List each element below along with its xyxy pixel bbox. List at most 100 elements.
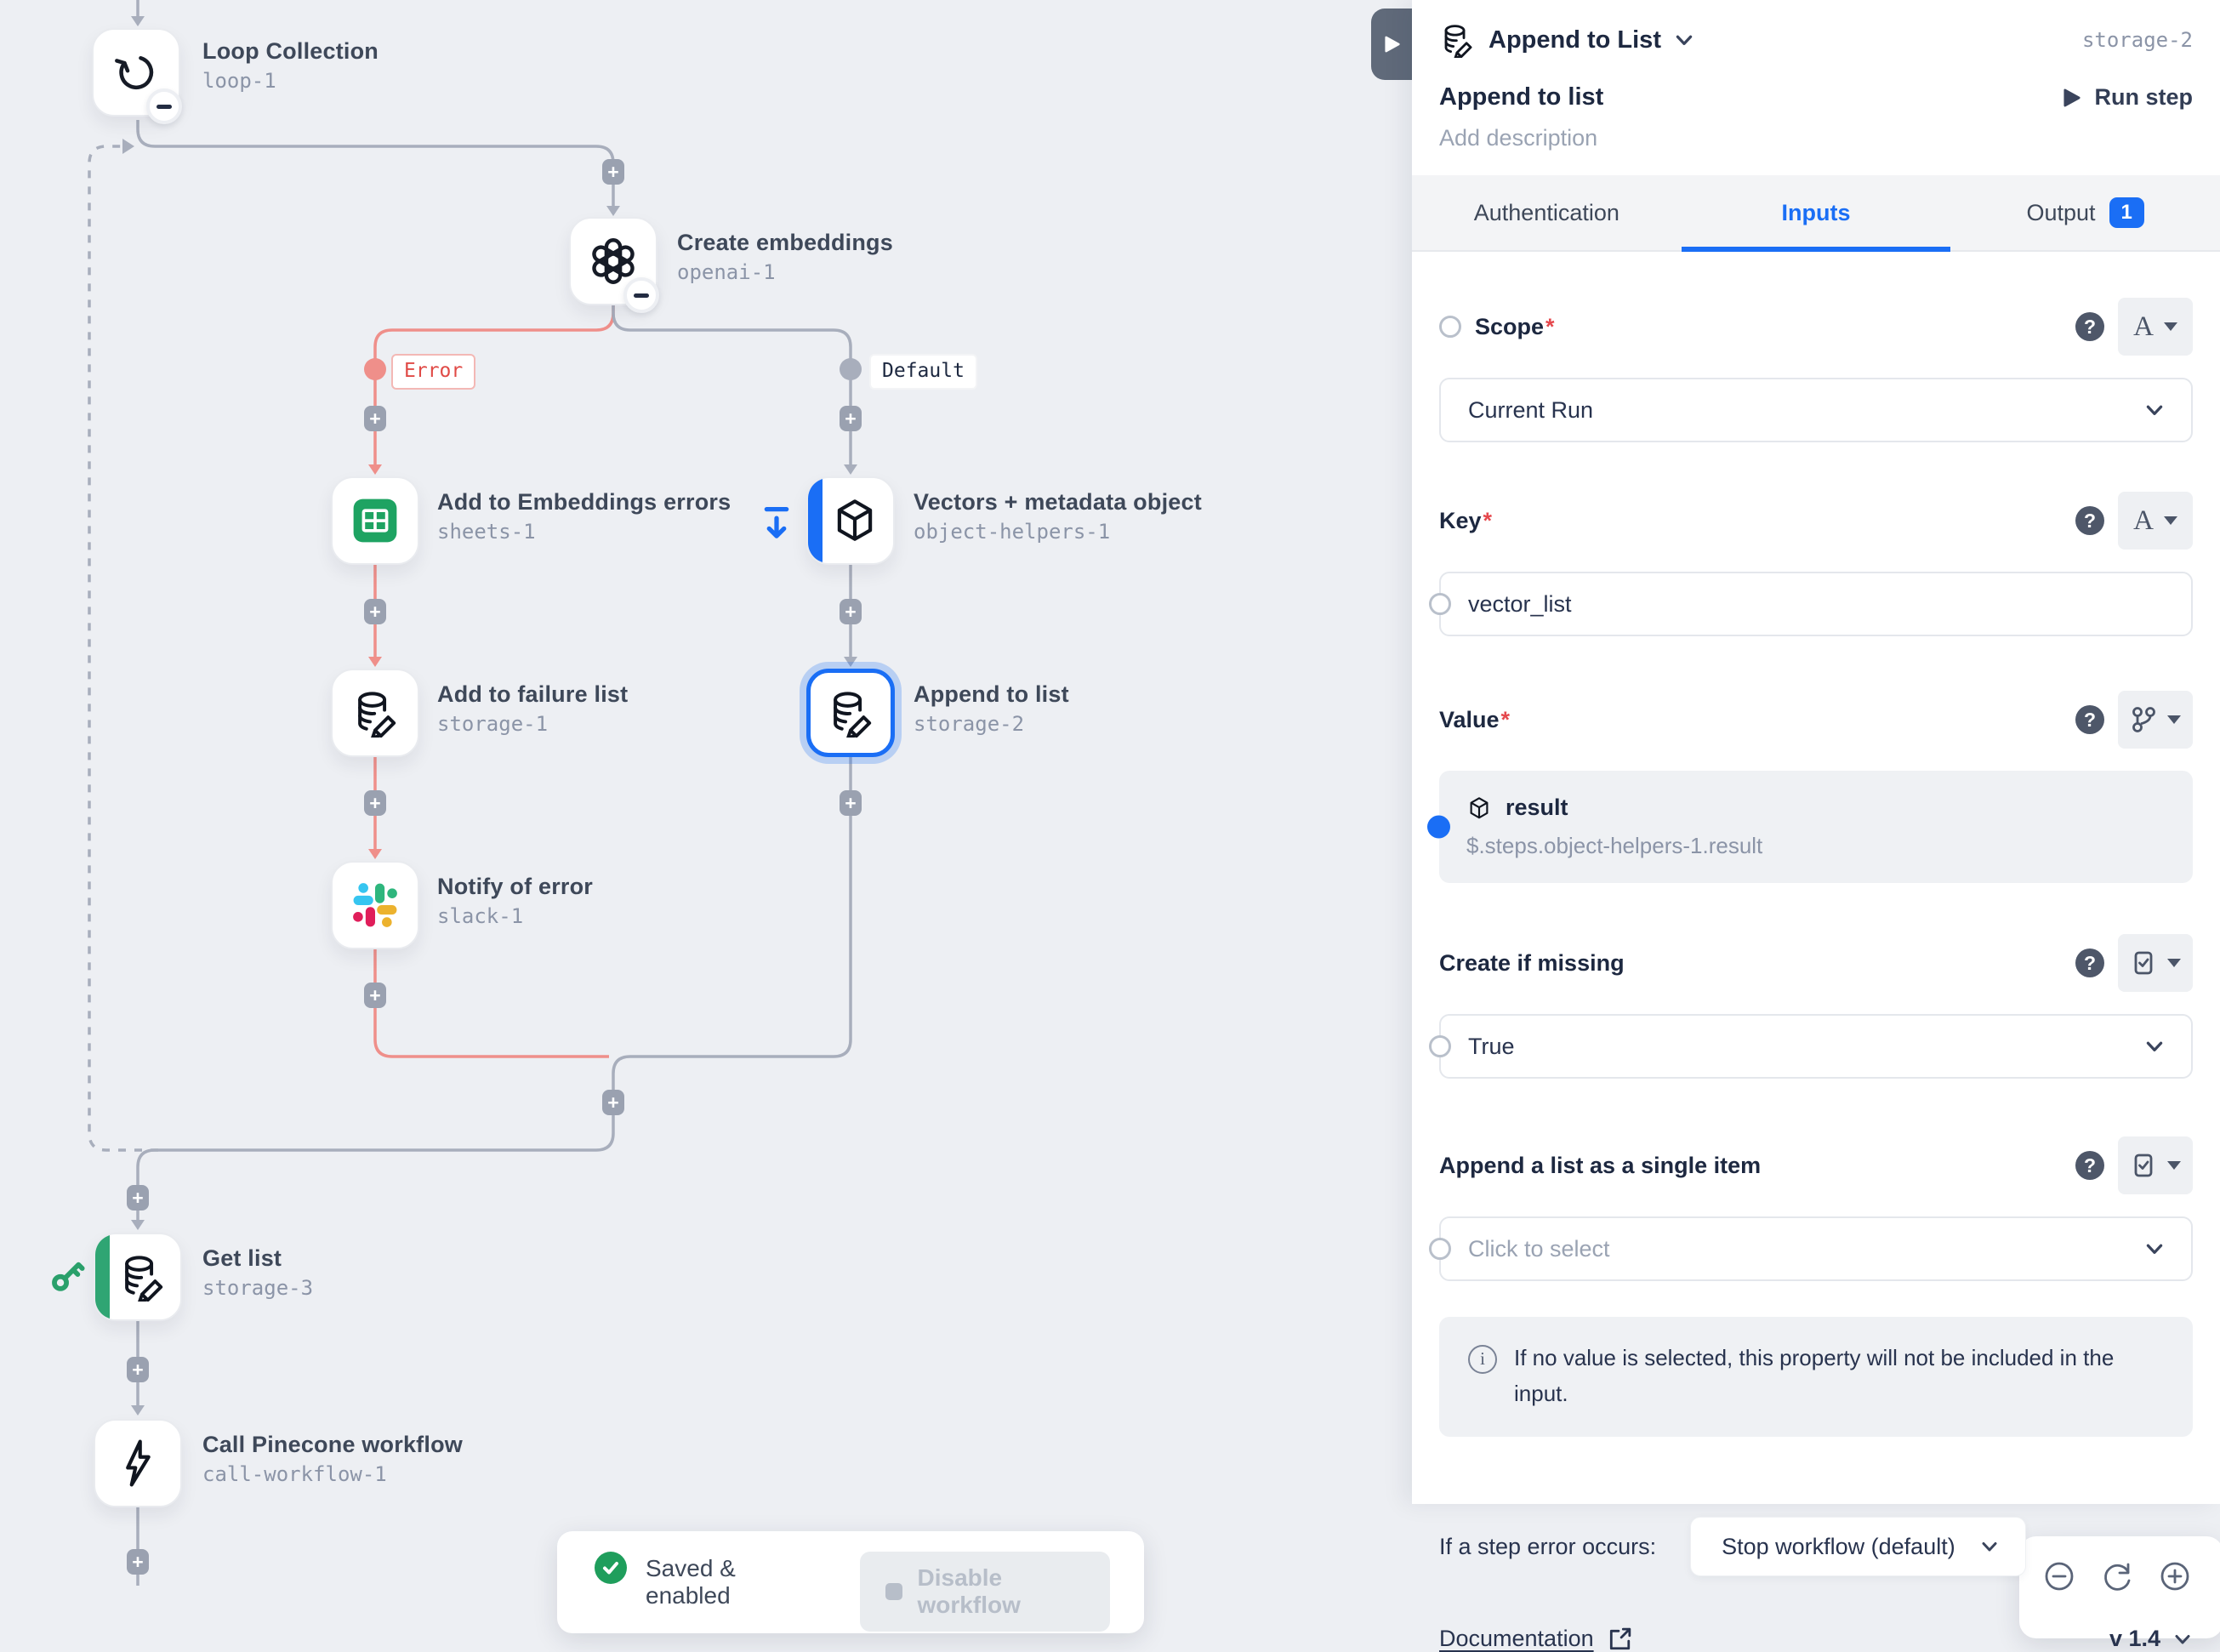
collapse-loop-button[interactable] [146, 88, 182, 124]
run-step-button[interactable]: Run step [2063, 84, 2193, 111]
node-label-storage-3: Get list storage-3 [202, 1245, 313, 1300]
step-config-panel: Append to List storage-2 Append to list … [1412, 0, 2220, 1504]
version-label: v 1.4 [2109, 1626, 2160, 1652]
info-note: i If no value is selected, this property… [1439, 1317, 2193, 1437]
tab-output[interactable]: Output 1 [1950, 175, 2220, 250]
node-label-call-workflow: Call Pinecone workflow call-workflow-1 [202, 1432, 463, 1486]
panel-tabs: Authentication Inputs Output 1 [1412, 175, 2220, 252]
step-name[interactable]: Append to list [1439, 83, 1603, 111]
error-branch-label[interactable]: Error [391, 354, 475, 390]
node-sheets[interactable] [331, 476, 419, 565]
add-step-button[interactable]: + [602, 159, 624, 185]
mapping-port-icon[interactable] [1429, 1238, 1451, 1260]
value-mapping-card[interactable]: result $.steps.object-helpers-1.result [1439, 771, 2193, 883]
help-icon[interactable]: ? [2075, 506, 2104, 535]
field-value: Value * ? result $.steps.object-helpers-… [1439, 691, 2193, 883]
help-icon[interactable]: ? [2075, 1151, 2104, 1180]
chevron-down-icon [2143, 1035, 2166, 1057]
node-label-sheets: Add to Embeddings errors sheets-1 [437, 489, 731, 544]
panel-collapse-button[interactable] [1371, 9, 1413, 80]
workflow-canvas[interactable]: Loop Collection loop-1 Create embeddings… [0, 0, 1412, 1586]
step-error-label: If a step error occurs: [1439, 1534, 1656, 1560]
add-step-button[interactable]: + [127, 1357, 149, 1382]
field-type-selector[interactable] [2118, 934, 2193, 992]
caret-down-icon [2167, 959, 2181, 967]
node-storage-1[interactable] [331, 669, 419, 757]
add-description-field[interactable]: Add description [1439, 125, 2193, 151]
workflow-status-text: Saved & enabled [646, 1552, 805, 1609]
create-if-missing-value: True [1468, 1034, 1515, 1060]
mapped-port-icon[interactable] [1427, 816, 1450, 839]
text-type-icon: A [2133, 311, 2154, 343]
tab-inputs-label: Inputs [1782, 200, 1851, 226]
add-step-button[interactable]: + [364, 790, 386, 816]
tab-authentication[interactable]: Authentication [1412, 175, 1682, 250]
caret-down-icon [2164, 516, 2177, 525]
mapping-port-icon[interactable] [1439, 316, 1461, 338]
branch-type-icon [2130, 706, 2157, 733]
node-storage-2-selected[interactable] [806, 669, 895, 757]
field-type-selector[interactable]: A [2118, 492, 2193, 550]
lightning-bolt-icon [113, 1438, 162, 1488]
add-step-button[interactable]: + [602, 1090, 624, 1115]
field-type-selector[interactable] [2118, 691, 2193, 749]
required-asterisk: * [1501, 707, 1511, 733]
scope-label: Scope [1475, 314, 1544, 340]
mapping-port-icon[interactable] [1429, 1035, 1451, 1057]
append-single-label: Append a list as a single item [1439, 1153, 1761, 1179]
check-circle-icon [595, 1552, 627, 1584]
default-branch-label[interactable]: Default [869, 354, 977, 390]
key-input[interactable]: vector_list [1439, 572, 2193, 636]
add-step-button[interactable]: + [840, 406, 862, 431]
minus-icon [157, 105, 172, 109]
documentation-link[interactable]: Documentation [1439, 1626, 1594, 1652]
add-step-button[interactable]: + [127, 1549, 149, 1575]
add-step-button[interactable]: + [840, 790, 862, 816]
collapse-openai-button[interactable] [623, 277, 659, 313]
help-icon[interactable]: ? [2075, 948, 2104, 977]
storage-edit-icon [1439, 22, 1475, 58]
scope-select[interactable]: Current Run [1439, 378, 2193, 442]
add-step-button[interactable]: + [364, 599, 386, 624]
node-call-workflow[interactable] [94, 1419, 182, 1507]
add-step-button[interactable]: + [364, 406, 386, 431]
node-storage-3[interactable] [94, 1233, 182, 1321]
create-if-missing-select[interactable]: True [1439, 1014, 2193, 1079]
error-branch-dot [364, 358, 386, 380]
field-key: Key * ? A vector_list [1439, 492, 2193, 636]
google-sheets-icon [350, 496, 400, 545]
append-single-select[interactable]: Click to select [1439, 1216, 2193, 1281]
step-error-select[interactable]: Stop workflow (default) [1690, 1517, 2026, 1576]
minus-icon [634, 293, 649, 298]
key-icon [48, 1256, 87, 1295]
field-create-if-missing: Create if missing ? True [1439, 934, 2193, 1079]
pull-down-icon[interactable] [760, 505, 793, 541]
caret-down-icon [2164, 322, 2177, 331]
tab-inputs[interactable]: Inputs [1682, 175, 1951, 250]
chevron-down-icon [1979, 1536, 2000, 1557]
add-step-button[interactable]: + [127, 1185, 149, 1211]
version-selector[interactable]: v 1.4 [2109, 1626, 2193, 1652]
key-value: vector_list [1468, 591, 1572, 618]
required-asterisk: * [1545, 314, 1555, 340]
scope-value: Current Run [1468, 397, 1593, 424]
add-step-button[interactable]: + [840, 599, 862, 624]
disable-workflow-label: Disable workflow [918, 1564, 1084, 1619]
play-right-icon [1385, 36, 1400, 53]
mapping-port-icon[interactable] [1429, 593, 1451, 615]
stop-square-icon [885, 1583, 902, 1600]
node-object-helpers[interactable] [806, 476, 895, 565]
help-icon[interactable]: ? [2075, 312, 2104, 341]
storage-edit-icon [350, 688, 400, 738]
step-id: storage-2 [2082, 28, 2193, 52]
field-type-selector[interactable] [2118, 1136, 2193, 1194]
help-icon[interactable]: ? [2075, 705, 2104, 734]
chevron-down-icon[interactable] [1673, 29, 1695, 51]
add-step-button[interactable]: + [364, 983, 386, 1008]
field-append-single: Append a list as a single item ? Click t… [1439, 1136, 2193, 1281]
disable-workflow-button[interactable]: Disable workflow [860, 1552, 1110, 1632]
external-link-icon[interactable] [1608, 1627, 1631, 1651]
step-type-title[interactable]: Append to List [1489, 26, 1661, 54]
field-type-selector[interactable]: A [2118, 298, 2193, 356]
node-slack[interactable] [331, 861, 419, 949]
